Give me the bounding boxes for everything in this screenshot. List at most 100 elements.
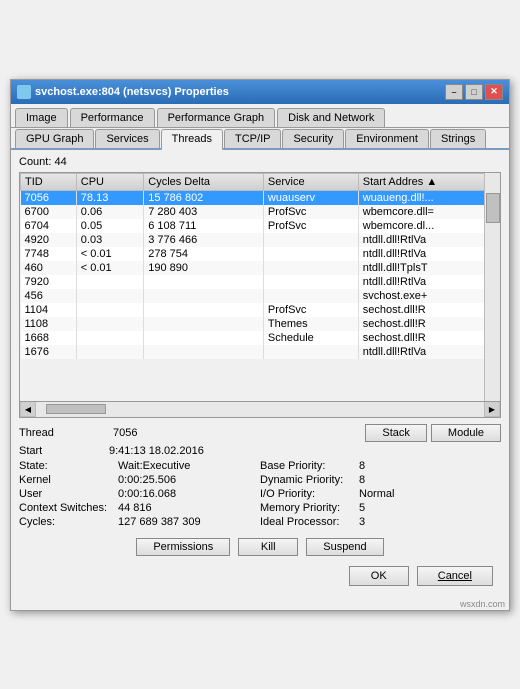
threads-table-container[interactable]: TID CPU Cycles Delta Service Start Addre… xyxy=(19,172,501,402)
cancel-button[interactable]: Cancel xyxy=(417,566,493,586)
tab-environment[interactable]: Environment xyxy=(345,129,429,148)
cell-service: ProfSvc xyxy=(263,303,358,317)
kernel-label: Kernel xyxy=(19,474,114,486)
table-row[interactable]: 49200.033 776 466ntdll.dll!RtlVa xyxy=(21,233,500,247)
scroll-right-button[interactable]: ▶ xyxy=(484,401,500,417)
cell-startAddress: ntdll.dll!RtlVa xyxy=(358,275,499,289)
col-tid: TID xyxy=(21,173,77,190)
count-label-text: Count: xyxy=(19,156,51,168)
cell-cyclesDelta: 278 754 xyxy=(144,247,264,261)
cell-tid: 6700 xyxy=(21,205,77,219)
ok-button[interactable]: OK xyxy=(349,566,409,586)
tab-image[interactable]: Image xyxy=(15,108,68,127)
cell-cyclesDelta xyxy=(144,317,264,331)
table-row[interactable]: 67040.056 108 711ProfSvcwbemcore.dl... xyxy=(21,219,500,233)
minimize-button[interactable]: – xyxy=(445,84,463,100)
cell-startAddress: sechost.dll!R xyxy=(358,317,499,331)
col-cpu: CPU xyxy=(76,173,143,190)
app-icon xyxy=(17,85,31,99)
user-label: User xyxy=(19,488,114,500)
dynamic-priority-row: Dynamic Priority: 8 xyxy=(260,474,501,486)
scroll-thumb-h[interactable] xyxy=(46,404,106,414)
memory-priority-row: Memory Priority: 5 xyxy=(260,502,501,514)
permissions-button[interactable]: Permissions xyxy=(136,538,230,556)
table-row[interactable]: 456svchost.exe+ xyxy=(21,289,500,303)
cell-cyclesDelta: 15 786 802 xyxy=(144,190,264,205)
user-row: User 0:00:16.068 xyxy=(19,488,260,500)
cell-cpu xyxy=(76,317,143,331)
tab-gpu-graph[interactable]: GPU Graph xyxy=(15,129,94,148)
cell-tid: 1676 xyxy=(21,345,77,359)
cell-service xyxy=(263,289,358,303)
table-row[interactable]: 705678.1315 786 802wuauservwuaueng.dll!.… xyxy=(21,190,500,205)
state-value: Wait:Executive xyxy=(118,460,190,472)
tab-strings[interactable]: Strings xyxy=(430,129,486,148)
tab-services[interactable]: Services xyxy=(95,129,159,148)
scroll-left-button[interactable]: ◀ xyxy=(20,401,36,417)
cell-cyclesDelta xyxy=(144,275,264,289)
title-bar: svchost.exe:804 (netsvcs) Properties – □… xyxy=(11,80,509,104)
tab-tcp-ip[interactable]: TCP/IP xyxy=(224,129,281,148)
count-row: Count: 44 xyxy=(19,156,501,168)
table-row[interactable]: 1108Themessechost.dll!R xyxy=(21,317,500,331)
cell-cpu: 0.06 xyxy=(76,205,143,219)
tab-performance-graph[interactable]: Performance Graph xyxy=(157,108,276,127)
start-value: 9:41:13 18.02.2016 xyxy=(109,445,204,457)
info-grid: State: Wait:Executive Base Priority: 8 K… xyxy=(19,460,501,528)
title-bar-buttons: – □ ✕ xyxy=(445,84,503,100)
scrollbar-thumb[interactable] xyxy=(486,193,500,223)
stack-button[interactable]: Stack xyxy=(365,424,427,442)
horizontal-scrollbar-row[interactable]: ◀ ▶ xyxy=(19,402,501,418)
table-row[interactable]: 67000.067 280 403ProfSvcwbemcore.dll= xyxy=(21,205,500,219)
io-priority-row: I/O Priority: Normal xyxy=(260,488,501,500)
info-panel: Thread 7056 Stack Module Start 9:41:13 1… xyxy=(19,424,501,528)
tab-disk-network[interactable]: Disk and Network xyxy=(277,108,385,127)
watermark: wsxdn.com xyxy=(11,598,509,610)
base-priority-value: 8 xyxy=(359,460,365,472)
scroll-track[interactable] xyxy=(36,404,484,414)
state-label: State: xyxy=(19,460,114,472)
context-switches-row: Context Switches: 44 816 xyxy=(19,502,260,514)
start-label: Start xyxy=(19,445,109,457)
suspend-button[interactable]: Suspend xyxy=(306,538,383,556)
table-row[interactable]: 7920ntdll.dll!RtlVa xyxy=(21,275,500,289)
cell-cpu: 0.05 xyxy=(76,219,143,233)
cell-startAddress: wbemcore.dll= xyxy=(358,205,499,219)
cell-cpu: < 0.01 xyxy=(76,261,143,275)
cell-startAddress: wbemcore.dl... xyxy=(358,219,499,233)
cell-tid: 456 xyxy=(21,289,77,303)
close-button[interactable]: ✕ xyxy=(485,84,503,100)
cycles-row: Cycles: 127 689 387 309 xyxy=(19,516,260,528)
table-row[interactable]: 1668Schedulesechost.dll!R xyxy=(21,331,500,345)
cell-cyclesDelta: 3 776 466 xyxy=(144,233,264,247)
cell-cyclesDelta xyxy=(144,303,264,317)
kill-button[interactable]: Kill xyxy=(238,538,298,556)
cell-service xyxy=(263,345,358,359)
table-row[interactable]: 1676ntdll.dll!RtlVa xyxy=(21,345,500,359)
bottom-buttons-row: Permissions Kill Suspend xyxy=(19,534,501,562)
maximize-button[interactable]: □ xyxy=(465,84,483,100)
cell-cpu xyxy=(76,303,143,317)
cell-startAddress: sechost.dll!R xyxy=(358,331,499,345)
tab-performance[interactable]: Performance xyxy=(70,108,155,127)
table-row[interactable]: 1104 ProfSvcsechost.dll!R xyxy=(21,303,500,317)
ideal-processor-value: 3 xyxy=(359,516,365,528)
table-row[interactable]: 7748< 0.01278 754ntdll.dll!RtlVa xyxy=(21,247,500,261)
cell-cpu xyxy=(76,331,143,345)
col-start-address: Start Addres ▲ xyxy=(358,173,499,190)
table-row[interactable]: 460< 0.01190 890ntdll.dll!TplsT xyxy=(21,261,500,275)
tab-threads[interactable]: Threads xyxy=(161,129,223,150)
vertical-scrollbar[interactable] xyxy=(484,173,500,401)
kernel-row: Kernel 0:00:25.506 xyxy=(19,474,260,486)
module-button[interactable]: Module xyxy=(431,424,501,442)
content-area: Count: 44 TID CPU Cycles Delta Service S… xyxy=(11,150,509,598)
threads-table: TID CPU Cycles Delta Service Start Addre… xyxy=(20,173,500,359)
ideal-processor-label: Ideal Processor: xyxy=(260,516,355,528)
cell-cpu xyxy=(76,289,143,303)
memory-priority-value: 5 xyxy=(359,502,365,514)
cell-tid: 1104 xyxy=(21,303,77,317)
cell-startAddress: sechost.dll!R xyxy=(358,303,499,317)
cell-cyclesDelta xyxy=(144,289,264,303)
tab-security[interactable]: Security xyxy=(282,129,344,148)
cell-tid: 1108 xyxy=(21,317,77,331)
